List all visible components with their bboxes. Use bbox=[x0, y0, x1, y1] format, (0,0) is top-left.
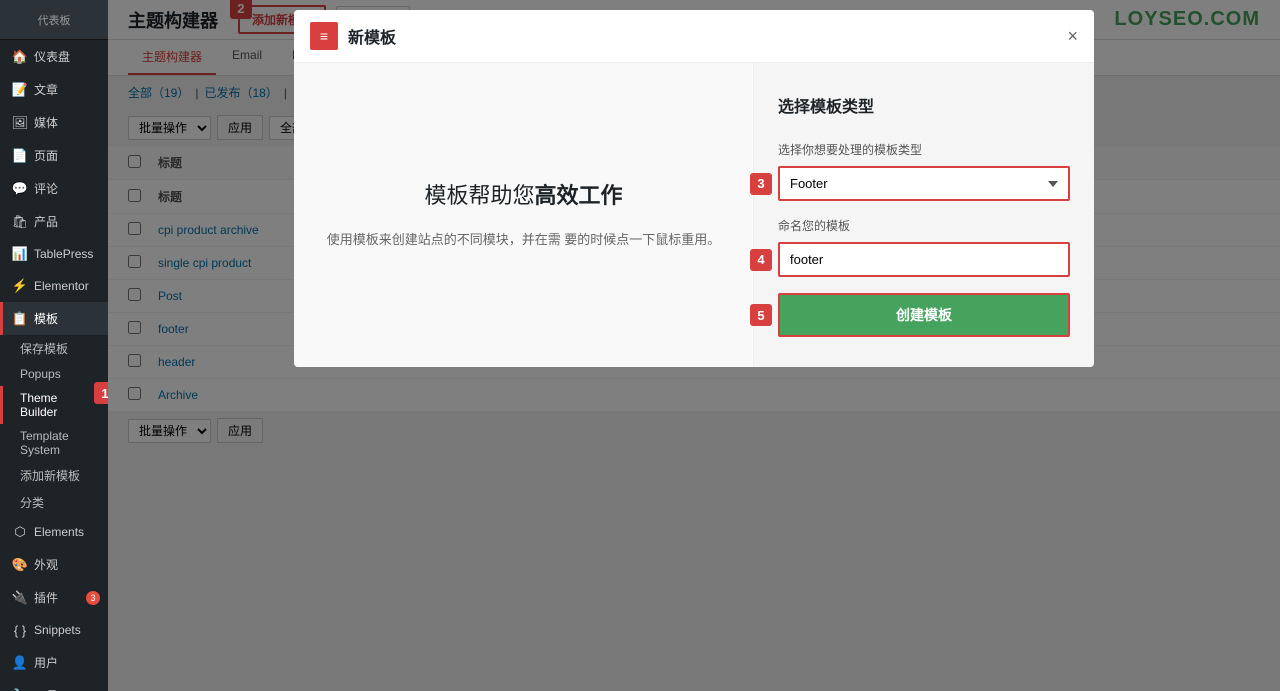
template-type-select[interactable]: Footer Page Section Header Single Archiv… bbox=[778, 166, 1070, 201]
sidebar-item-label: 用户 bbox=[34, 654, 58, 671]
sidebar-logo: 代表板 bbox=[0, 0, 108, 40]
sidebar-item-users[interactable]: 👤 用户 bbox=[0, 646, 108, 679]
sidebar-item-label: 评论 bbox=[34, 180, 58, 197]
modal-close-button[interactable]: × bbox=[1067, 27, 1078, 45]
new-template-modal: ≡ 新模板 × 模板帮助您高效工作 使用模板来创建站点的不同模块，并在需 要的时… bbox=[294, 10, 1094, 367]
tools-icon: 🔧 bbox=[12, 688, 28, 691]
template-type-group: 选择你想要处理的模板类型 3 Footer Page Section Heade… bbox=[778, 141, 1070, 201]
sidebar-item-label: 媒体 bbox=[34, 114, 58, 131]
sidebar-sub-addnew[interactable]: 添加新模板 bbox=[0, 462, 108, 489]
modal-left-panel: 模板帮助您高效工作 使用模板来创建站点的不同模块，并在需 要的时候点一下鼠标重用… bbox=[294, 63, 754, 367]
sidebar-item-dashboard[interactable]: 🏠 仪表盘 bbox=[0, 40, 108, 73]
sidebar-item-appearance[interactable]: 🎨 外观 bbox=[0, 548, 108, 581]
sidebar-item-label: TablePress bbox=[34, 247, 93, 261]
step4-badge: 4 bbox=[750, 249, 772, 271]
media-icon: 🖼 bbox=[12, 115, 28, 131]
modal-icon: ≡ bbox=[310, 22, 338, 50]
sidebar-item-tools[interactable]: 🔧 工具 bbox=[0, 679, 108, 691]
sidebar-item-media[interactable]: 🖼 媒体 bbox=[0, 106, 108, 139]
modal-right-panel: 选择模板类型 选择你想要处理的模板类型 3 Footer Page Sectio… bbox=[754, 63, 1094, 367]
modal-header: ≡ 新模板 × bbox=[294, 10, 1094, 63]
sidebar-item-plugins[interactable]: 🔌 插件 3 bbox=[0, 581, 108, 614]
pages-icon: 📄 bbox=[12, 148, 28, 164]
sidebar-item-label: 仪表盘 bbox=[34, 48, 70, 65]
users-icon: 👤 bbox=[12, 655, 28, 671]
step1-badge: 1 bbox=[94, 382, 108, 404]
create-button-group: 5 创建模板 bbox=[778, 293, 1070, 337]
sidebar-item-label: 插件 bbox=[34, 589, 58, 606]
template-name-group: 命名您的模板 4 bbox=[778, 217, 1070, 277]
create-template-button[interactable]: 创建模板 bbox=[778, 293, 1070, 337]
sidebar-item-templates[interactable]: 📋 模板 bbox=[0, 302, 108, 335]
posts-icon: 📝 bbox=[12, 82, 28, 98]
comments-icon: 💬 bbox=[12, 181, 28, 197]
sidebar-item-label: 工具 bbox=[34, 687, 58, 691]
sidebar-item-elements[interactable]: ⬡ Elements bbox=[0, 516, 108, 548]
tablepress-icon: 📊 bbox=[12, 246, 28, 262]
plugins-badge: 3 bbox=[86, 591, 100, 605]
plugins-icon: 🔌 bbox=[12, 590, 28, 606]
modal-left-heading: 模板帮助您高效工作 bbox=[424, 179, 622, 212]
sidebar-item-snippets[interactable]: { } Snippets bbox=[0, 614, 108, 646]
sidebar-sub-saved[interactable]: 保存模板 bbox=[0, 335, 108, 362]
sidebar-sub-popups[interactable]: Popups bbox=[0, 362, 108, 386]
select-type-label: 选择你想要处理的模板类型 bbox=[778, 141, 1070, 158]
appearance-icon: 🎨 bbox=[12, 557, 28, 573]
sidebar-item-label: Snippets bbox=[34, 623, 81, 637]
sidebar-sub-categories[interactable]: 分类 bbox=[0, 489, 108, 516]
sidebar-item-products[interactable]: 🛍 产品 bbox=[0, 205, 108, 238]
sidebar-item-comments[interactable]: 💬 评论 bbox=[0, 172, 108, 205]
choose-type-title: 选择模板类型 bbox=[778, 93, 1070, 117]
main-content: 主题构建器 2 添加新模板 导入模板 LOYSEO.COM 主题构建器 Emai… bbox=[108, 0, 1280, 691]
elements-icon: ⬡ bbox=[12, 524, 28, 540]
sidebar-item-posts[interactable]: 📝 文章 bbox=[0, 73, 108, 106]
sidebar-item-label: 产品 bbox=[34, 213, 58, 230]
sidebar-item-label: Elements bbox=[34, 525, 84, 539]
step3-badge: 3 bbox=[750, 173, 772, 195]
sidebar-item-label: 页面 bbox=[34, 147, 58, 164]
dashboard-icon: 🏠 bbox=[12, 49, 28, 65]
modal-overlay: ≡ 新模板 × 模板帮助您高效工作 使用模板来创建站点的不同模块，并在需 要的时… bbox=[108, 0, 1280, 691]
name-label: 命名您的模板 bbox=[778, 217, 1070, 234]
modal-left-description: 使用模板来创建站点的不同模块，并在需 要的时候点一下鼠标重用。 bbox=[327, 228, 721, 251]
templates-icon: 📋 bbox=[12, 311, 28, 327]
modal-title: 新模板 bbox=[348, 24, 1057, 48]
sidebar-sub-themebuilder[interactable]: Theme Builder 1 bbox=[0, 386, 108, 424]
sidebar-sub-templatesystem[interactable]: Template System bbox=[0, 424, 108, 462]
sidebar-item-label: 外观 bbox=[34, 556, 58, 573]
sidebar: 代表板 🏠 仪表盘 📝 文章 🖼 媒体 📄 页面 💬 评论 🛍 产品 📊 Tab… bbox=[0, 0, 108, 691]
sidebar-item-label: 文章 bbox=[34, 81, 58, 98]
sidebar-item-tablepress[interactable]: 📊 TablePress bbox=[0, 238, 108, 270]
sidebar-item-pages[interactable]: 📄 页面 bbox=[0, 139, 108, 172]
sidebar-item-elementor[interactable]: ⚡ Elementor bbox=[0, 270, 108, 302]
step5-badge: 5 bbox=[750, 304, 772, 326]
snippets-icon: { } bbox=[12, 622, 28, 638]
sidebar-item-label: 模板 bbox=[34, 310, 58, 327]
template-name-input[interactable] bbox=[778, 242, 1070, 277]
modal-body: 模板帮助您高效工作 使用模板来创建站点的不同模块，并在需 要的时候点一下鼠标重用… bbox=[294, 63, 1094, 367]
elementor-icon: ⚡ bbox=[12, 278, 28, 294]
elementor-icon-small: ≡ bbox=[320, 28, 328, 44]
sidebar-item-label: Elementor bbox=[34, 279, 89, 293]
products-icon: 🛍 bbox=[12, 214, 28, 230]
